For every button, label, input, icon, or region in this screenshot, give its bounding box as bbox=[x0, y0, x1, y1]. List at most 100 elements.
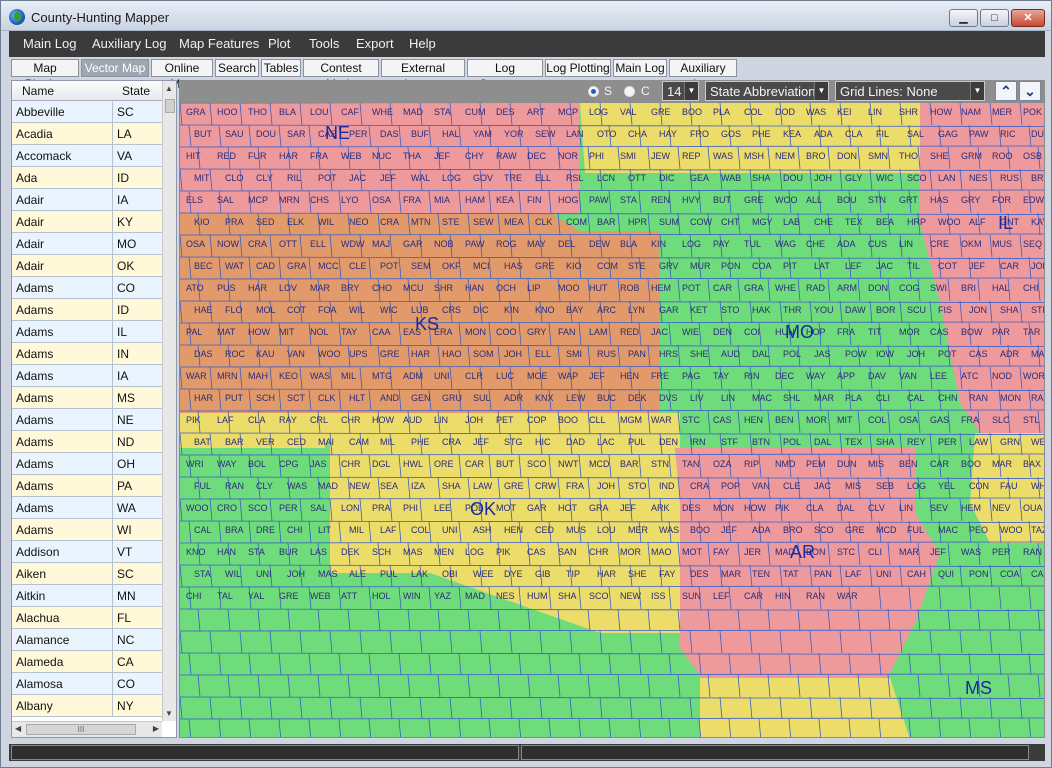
menu-main-log[interactable]: Main Log bbox=[23, 36, 76, 51]
table-row[interactable]: Adair OK bbox=[12, 255, 162, 277]
county-border-line bbox=[398, 586, 402, 610]
horizontal-scroll-thumb[interactable]: III bbox=[26, 724, 136, 735]
county-label: GRA bbox=[287, 261, 307, 271]
table-row[interactable]: Aiken SC bbox=[12, 563, 162, 585]
column-header-name[interactable]: Name bbox=[22, 84, 54, 98]
county-label: KEA bbox=[496, 195, 514, 205]
scroll-down-icon[interactable]: ▼ bbox=[165, 709, 173, 718]
table-row[interactable]: Adams NE bbox=[12, 409, 162, 431]
menu-tools[interactable]: Tools bbox=[309, 36, 339, 51]
county-label: DOD bbox=[775, 107, 796, 117]
tab-contest-mode[interactable]: Contest Mode bbox=[303, 59, 379, 91]
table-row[interactable]: Addison VT bbox=[12, 541, 162, 563]
county-label: OKM bbox=[961, 239, 982, 249]
table-row[interactable]: Adams CO bbox=[12, 277, 162, 299]
scroll-left-icon[interactable]: ◀ bbox=[15, 724, 21, 733]
county-label: GAG bbox=[938, 129, 958, 139]
tab-main-log[interactable]: Main Log bbox=[613, 59, 667, 77]
tab-bar: Map Plotting Vector Map Online Map Searc… bbox=[9, 58, 1045, 91]
table-row[interactable]: Alachua FL bbox=[12, 607, 162, 629]
scroll-right-icon[interactable]: ▶ bbox=[153, 724, 159, 733]
county-label: VAL bbox=[620, 107, 636, 117]
tab-auxiliary-log[interactable]: Auxiliary Log bbox=[669, 59, 737, 91]
vector-map[interactable]: GRA HOO THO BLA LOU CAF WHE MAD STA CUM DES ART MCP L… bbox=[179, 102, 1045, 738]
county-label: RAD bbox=[806, 283, 826, 293]
county-name-cell: Alachua bbox=[16, 611, 60, 625]
close-button[interactable]: ✕ bbox=[1011, 9, 1045, 27]
vertical-scrollbar[interactable]: ▲ ▼ bbox=[162, 81, 176, 721]
table-row[interactable]: Adair MO bbox=[12, 233, 162, 255]
table-row[interactable]: Ada ID bbox=[12, 167, 162, 189]
zoom-select[interactable]: 14 ▼ bbox=[662, 81, 699, 101]
county-label: BOO bbox=[690, 525, 710, 535]
table-row[interactable]: Alameda CA bbox=[12, 651, 162, 673]
county-label: AUD bbox=[721, 349, 741, 359]
table-row[interactable]: Alamance NC bbox=[12, 629, 162, 651]
tab-log-summary[interactable]: Log Summary bbox=[467, 59, 543, 91]
table-row[interactable]: Adair KY bbox=[12, 211, 162, 233]
menu-map-features[interactable]: Map Features bbox=[179, 36, 259, 51]
table-row[interactable]: Adams PA bbox=[12, 475, 162, 497]
radio-c[interactable] bbox=[624, 86, 635, 97]
menu-plot[interactable]: Plot bbox=[268, 36, 290, 51]
county-border-line bbox=[938, 652, 942, 676]
table-row[interactable]: Adams IL bbox=[12, 321, 162, 343]
table-row[interactable]: Adams MS bbox=[12, 387, 162, 409]
chevron-down-icon[interactable]: ▼ bbox=[814, 82, 828, 100]
county-border-line bbox=[467, 674, 471, 698]
tab-online-map[interactable]: Online Map bbox=[151, 59, 213, 91]
county-label: OKF bbox=[442, 261, 461, 271]
scroll-thumb[interactable] bbox=[165, 99, 175, 113]
table-row[interactable]: Adams WI bbox=[12, 519, 162, 541]
county-label: STE bbox=[442, 217, 460, 227]
menu-export[interactable]: Export bbox=[356, 36, 394, 51]
table-row[interactable]: Adams ID bbox=[12, 299, 162, 321]
table-row[interactable]: Acadia LA bbox=[12, 123, 162, 145]
county-label: POT bbox=[682, 283, 701, 293]
tab-search[interactable]: Search bbox=[215, 59, 259, 77]
menu-auxiliary-log[interactable]: Auxiliary Log bbox=[92, 36, 166, 51]
tab-vector-map[interactable]: Vector Map bbox=[81, 59, 149, 77]
table-row[interactable]: Abbeville SC bbox=[12, 101, 162, 123]
tab-map-plotting[interactable]: Map Plotting bbox=[11, 59, 79, 91]
county-label: TAR bbox=[1023, 327, 1041, 337]
county-label: MAS bbox=[403, 547, 423, 557]
county-name-cell: Adair bbox=[16, 215, 45, 229]
chevron-down-icon[interactable]: ▼ bbox=[684, 82, 698, 100]
table-row[interactable]: Adair IA bbox=[12, 189, 162, 211]
county-list-grid[interactable]: Name State Abbeville SC Acadia LA Accomack VA… bbox=[11, 80, 177, 738]
county-label: CLI bbox=[868, 547, 882, 557]
column-header-state[interactable]: State bbox=[122, 84, 150, 98]
table-row[interactable]: Alamosa CO bbox=[12, 673, 162, 695]
title-bar[interactable]: County-Hunting Mapper ▁ □ ✕ bbox=[1, 1, 1051, 31]
county-label: PLA bbox=[713, 107, 730, 117]
table-row[interactable]: Aitkin MN bbox=[12, 585, 162, 607]
horizontal-scrollbar[interactable]: ◀ III ▶ bbox=[12, 721, 162, 737]
grid-lines-select[interactable]: Grid Lines: None ▼ bbox=[835, 81, 985, 101]
county-label: HOT bbox=[558, 503, 578, 513]
county-border-line bbox=[1007, 608, 1011, 632]
county-border-line bbox=[299, 630, 303, 654]
table-row[interactable]: Adams WA bbox=[12, 497, 162, 519]
table-row[interactable]: Adams OH bbox=[12, 453, 162, 475]
tab-tables[interactable]: Tables bbox=[261, 59, 301, 77]
chevron-up-icon[interactable]: ⌃ bbox=[995, 81, 1017, 101]
chevron-down-icon[interactable]: ▼ bbox=[970, 82, 984, 100]
table-row[interactable]: Adams IN bbox=[12, 343, 162, 365]
minimize-button[interactable]: ▁ bbox=[949, 9, 978, 27]
table-row[interactable]: Accomack VA bbox=[12, 145, 162, 167]
table-row[interactable]: Adams IA bbox=[12, 365, 162, 387]
menu-help[interactable]: Help bbox=[409, 36, 436, 51]
county-border-line bbox=[548, 652, 552, 676]
tab-external-logger[interactable]: External Logger bbox=[381, 59, 465, 91]
label-mode-select[interactable]: State Abbreviation ▼ bbox=[705, 81, 829, 101]
maximize-button[interactable]: □ bbox=[980, 9, 1009, 27]
scroll-up-icon[interactable]: ▲ bbox=[165, 84, 173, 93]
table-row[interactable]: Adams ND bbox=[12, 431, 162, 453]
chevron-down-icon[interactable]: ⌄ bbox=[1019, 81, 1041, 101]
globe-icon bbox=[9, 9, 25, 25]
tab-log-plotting[interactable]: Log Plotting bbox=[545, 59, 611, 77]
county-map-canvas[interactable]: GRA HOO THO BLA LOU CAF WHE MAD STA CUM DES ART MCP L… bbox=[180, 103, 1045, 738]
radio-s[interactable] bbox=[588, 86, 599, 97]
table-row[interactable]: Albany NY bbox=[12, 695, 162, 717]
